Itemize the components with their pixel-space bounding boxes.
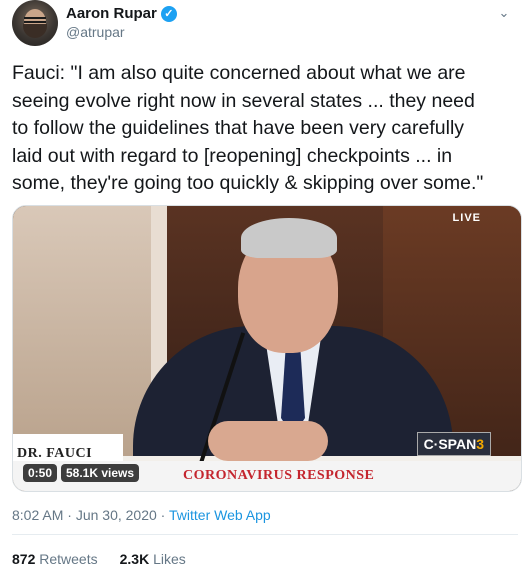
cspan-logo-main: C·SPAN <box>423 436 477 452</box>
chevron-down-icon[interactable]: ⌄ <box>495 4 513 22</box>
author-name[interactable]: Aaron Rupar <box>66 5 157 22</box>
video-time-badge: 0:50 <box>23 464 58 482</box>
nameplate-text: DR. FAUCI <box>17 446 93 461</box>
live-label: LIVE <box>452 212 481 224</box>
tweet-metadata: 8:02 AM · Jun 30, 2020 · Twitter Web App <box>12 507 271 523</box>
cspan-logo: C·SPAN3 <box>416 432 491 456</box>
likes-count: 2.3K <box>119 551 150 567</box>
tweet-date[interactable]: Jun 30, 2020 <box>76 507 157 523</box>
meta-separator: · <box>156 507 169 523</box>
tweet-time[interactable]: 8:02 AM <box>12 507 63 523</box>
source-app-link[interactable]: Twitter Web App <box>169 507 271 523</box>
video-person-hair <box>241 218 337 258</box>
video-person-hands <box>208 421 328 461</box>
tweet-stats: 872 Retweets 2.3K Likes <box>12 551 186 567</box>
video-views-badge: 58.1K views <box>61 464 140 482</box>
avatar-beard <box>23 24 47 38</box>
retweets-label: Retweets <box>39 551 98 567</box>
tweet-text: Fauci: "I am also quite concerned about … <box>12 62 484 194</box>
meta-separator: · <box>63 507 76 523</box>
avatar[interactable] <box>12 0 58 46</box>
likes-label: Likes <box>153 551 186 567</box>
cspan-logo-number: 3 <box>476 436 484 452</box>
divider <box>12 534 518 535</box>
retweets-count: 872 <box>12 551 36 567</box>
video-banner: CORONAVIRUS RESPONSE <box>183 468 375 483</box>
video-player[interactable]: DR. FAUCI LIVE C·SPAN3 0:50 58.1K views … <box>12 205 522 492</box>
author-handle[interactable]: @atrupar <box>66 24 125 40</box>
retweets-stat[interactable]: 872 Retweets <box>12 551 98 567</box>
verified-icon: ✓ <box>160 5 177 22</box>
author-name-row[interactable]: Aaron Rupar ✓ <box>66 5 177 22</box>
likes-stat[interactable]: 2.3K Likes <box>120 551 186 567</box>
avatar-glasses <box>24 17 46 23</box>
